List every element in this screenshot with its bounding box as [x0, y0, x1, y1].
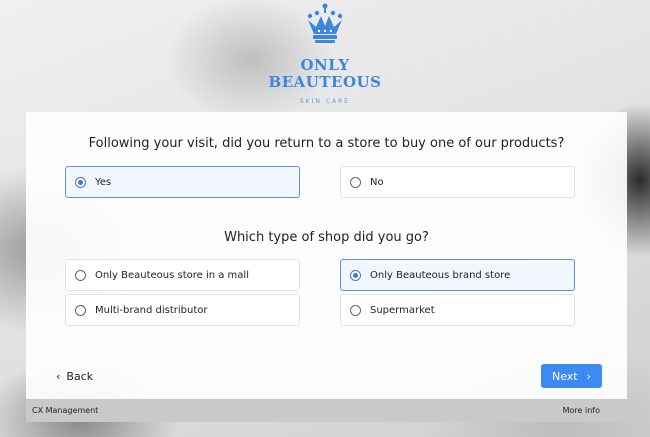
option-label: No — [370, 176, 384, 188]
question-2-title: Which type of shop did you go? — [224, 230, 429, 245]
radio-unchecked-icon[interactable] — [75, 304, 86, 316]
option-supermarket[interactable]: Supermarket — [340, 294, 575, 326]
next-button[interactable]: Next › — [541, 364, 602, 388]
radio-unchecked-icon[interactable] — [350, 176, 361, 188]
radio-checked-icon[interactable] — [75, 176, 86, 188]
chevron-left-icon: ‹ — [56, 370, 61, 383]
survey-card: Following your visit, did you return to … — [26, 112, 627, 399]
brand-header: ONLY BEAUTEOUS SKIN CARE — [0, 0, 650, 112]
option-label: Only Beauteous store in a mall — [95, 269, 249, 281]
chevron-right-icon: › — [586, 369, 592, 383]
footer-cx-management: CX Management — [32, 406, 99, 415]
option-no[interactable]: No — [340, 166, 575, 198]
next-label: Next — [551, 369, 578, 383]
brand-tagline: SKIN CARE — [299, 98, 351, 105]
question-1-title: Following your visit, did you return to … — [88, 136, 565, 151]
option-label: Multi-brand distributor — [95, 304, 208, 316]
option-yes[interactable]: Yes — [65, 166, 300, 198]
option-label: Yes — [95, 176, 112, 188]
more-info-link[interactable]: More info — [563, 406, 600, 415]
radio-checked-icon[interactable] — [350, 269, 361, 281]
brand-line-1: ONLY — [300, 56, 350, 74]
option-brand-store[interactable]: Only Beauteous brand store — [340, 259, 575, 291]
option-label: Supermarket — [370, 304, 435, 316]
option-multi-brand[interactable]: Multi-brand distributor — [65, 294, 300, 326]
radio-unchecked-icon[interactable] — [350, 304, 361, 316]
brand-name: ONLY BEAUTEOUS — [0, 57, 650, 91]
option-mall-store[interactable]: Only Beauteous store in a mall — [65, 259, 300, 291]
back-label: Back — [66, 370, 94, 383]
footer-bar: CX Management More info — [26, 399, 627, 422]
crown-icon — [307, 3, 343, 43]
radio-unchecked-icon[interactable] — [75, 269, 86, 281]
brand-line-2: BEAUTEOUS — [268, 73, 382, 91]
back-button[interactable]: ‹ Back — [56, 370, 93, 383]
option-label: Only Beauteous brand store — [370, 269, 511, 281]
